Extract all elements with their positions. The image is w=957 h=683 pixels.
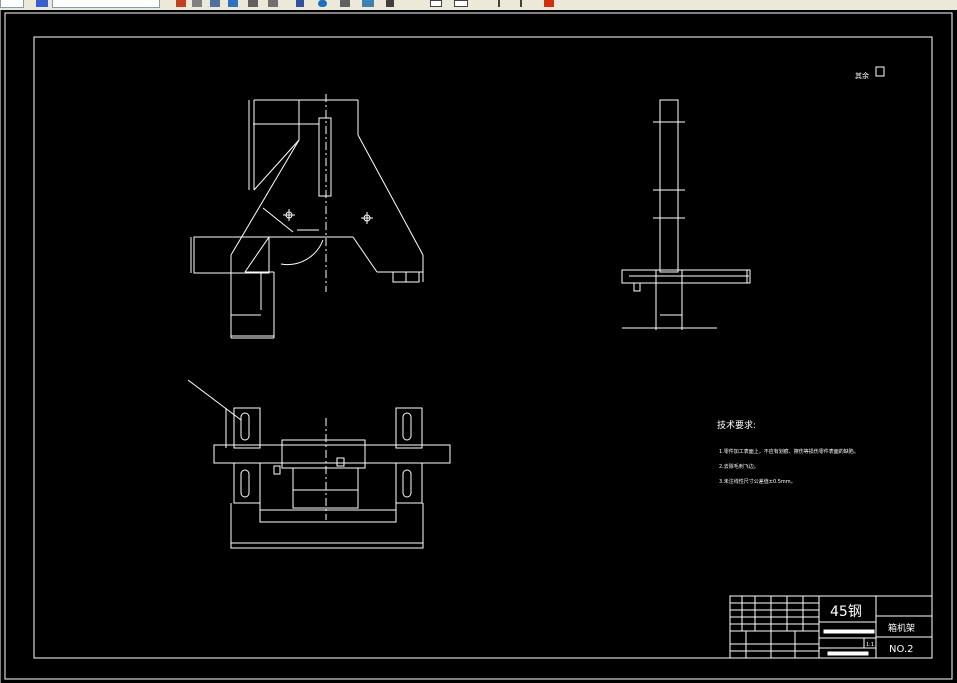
- right-leg-inner: [352, 236, 378, 273]
- top-left-lug-upper: [233, 407, 261, 449]
- image-icon[interactable]: [362, 0, 374, 7]
- upper-left-block: [253, 99, 300, 191]
- slot-ur: [402, 412, 412, 441]
- tech-req-item-1: 1.零件加工表面上，不应有划痕、擦伤等损伤零件表面的缺陷。: [719, 448, 859, 455]
- pencil-icon[interactable]: [176, 0, 186, 7]
- layer-combo[interactable]: [0, 0, 24, 8]
- eraser-icon[interactable]: [192, 0, 202, 7]
- top-right-lug-upper: [395, 407, 423, 449]
- window-icon[interactable]: [454, 0, 468, 7]
- technical-requirements: 技术要求: 1.零件加工表面上，不应有划痕、擦伤等损伤零件表面的缺陷。 2.去除…: [717, 419, 859, 485]
- properties-icon[interactable]: [340, 0, 350, 7]
- slot-lr: [402, 469, 412, 498]
- rotate-icon[interactable]: [318, 0, 327, 7]
- grid-icon[interactable]: [248, 0, 258, 7]
- top-leader: [187, 379, 242, 421]
- top-view: [187, 379, 451, 549]
- inner-frame: [33, 36, 933, 659]
- title-block: 45钢 箱机架 NO.2 1:1: [729, 595, 933, 659]
- left-inner: [244, 236, 270, 273]
- explode-icon[interactable]: [544, 0, 554, 7]
- arc-dimension: [280, 239, 324, 266]
- material-label: 45钢: [830, 604, 862, 620]
- polyline-icon[interactable]: [520, 0, 522, 7]
- roughness-mark: [633, 282, 641, 292]
- left-leg: [230, 139, 300, 256]
- front-view: [190, 94, 424, 339]
- layer-icon[interactable]: [36, 0, 48, 7]
- tb-bar-2: [827, 651, 869, 656]
- roughness-note: 其余: [855, 71, 869, 80]
- slot: [318, 117, 332, 197]
- slot-ul: [240, 412, 250, 441]
- top-center-block: [281, 439, 366, 469]
- tech-req-item-3: 3.未注线性尺寸公差值±0.5mm。: [719, 478, 796, 485]
- right-leg-outer: [357, 134, 424, 256]
- part-name-label: 箱机架: [888, 622, 915, 634]
- rectangle-icon[interactable]: [430, 0, 442, 7]
- line-icon[interactable]: [498, 0, 500, 7]
- top-lower-frame: [259, 503, 397, 523]
- roughness-symbol: [875, 66, 885, 77]
- drawing-number-label: NO.2: [889, 644, 914, 655]
- style-combo[interactable]: [52, 0, 160, 8]
- arrow-down-icon[interactable]: [296, 0, 304, 7]
- outer-border: [4, 12, 953, 680]
- move-icon[interactable]: [386, 0, 394, 7]
- layers-icon[interactable]: [228, 0, 238, 7]
- top-roughness-mark: [336, 457, 345, 467]
- side-column: [659, 99, 679, 273]
- scale-label: 1:1: [866, 642, 874, 648]
- list-icon[interactable]: [268, 0, 278, 7]
- tb-bar-1: [823, 629, 875, 634]
- tech-req-item-2: 2.去除毛刺飞边。: [719, 463, 759, 470]
- top-roughness-mark2: [273, 465, 281, 475]
- side-view: [621, 99, 751, 330]
- slot-ll: [240, 469, 250, 498]
- tech-req-heading: 技术要求:: [717, 419, 756, 431]
- drawing-canvas[interactable]: 其余 技术要求: 1.零件加工表面上，不应有划痕、擦伤等损伤零件表面的缺陷。 2…: [0, 10, 957, 683]
- engineering-drawing: 其余 技术要求: 1.零件加工表面上，不应有划痕、擦伤等损伤零件表面的缺陷。 2…: [4, 12, 953, 680]
- copy-icon[interactable]: [210, 0, 220, 7]
